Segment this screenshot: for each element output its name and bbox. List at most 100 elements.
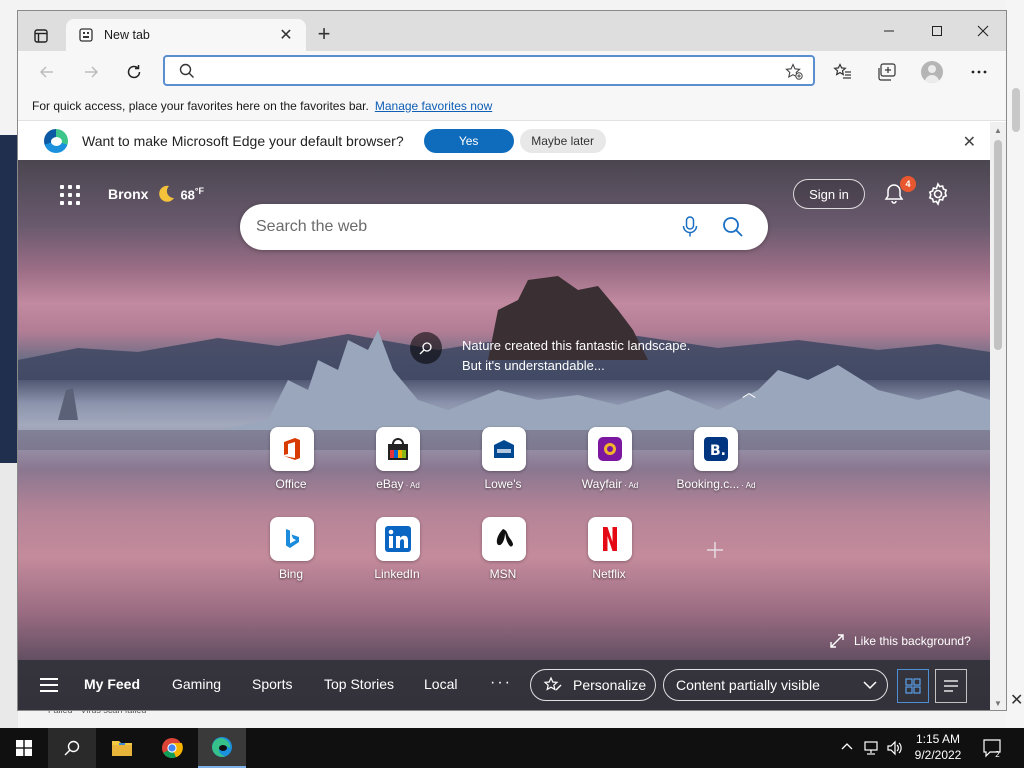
sign-in-button[interactable]: Sign in xyxy=(793,179,865,209)
action-center-button[interactable]: 2 xyxy=(982,738,1004,759)
quick-link-wayfair[interactable]: Wayfair · Ad xyxy=(565,427,655,491)
folder-icon xyxy=(112,741,132,756)
quick-link-office[interactable]: Office xyxy=(247,427,337,491)
chevron-down-icon xyxy=(863,681,877,690)
lowes-icon xyxy=(482,427,526,471)
show-hidden-icons-button[interactable] xyxy=(841,740,853,754)
quick-link-lowes[interactable]: Lowe's xyxy=(459,427,549,491)
tab-actions-button[interactable] xyxy=(28,23,54,49)
search-icon xyxy=(179,63,195,84)
grid-view-button[interactable] xyxy=(897,669,929,703)
favorites-bar: For quick access, place your favorites h… xyxy=(18,91,1006,121)
arrow-right-icon xyxy=(85,66,99,78)
web-search-box[interactable]: Search the web xyxy=(240,204,768,250)
microphone-icon[interactable] xyxy=(682,216,698,238)
weather-temperature: 68°F xyxy=(180,185,205,203)
feed-tab-local[interactable]: Local xyxy=(424,676,457,692)
minimize-icon xyxy=(884,30,894,32)
quick-link-ebay[interactable]: eBay · Ad xyxy=(353,427,443,491)
yes-button[interactable]: Yes xyxy=(423,129,514,153)
notification-icon: 2 xyxy=(983,739,1001,759)
content-visibility-dropdown[interactable]: Content partially visible xyxy=(663,669,888,701)
quick-link-netflix[interactable]: Netflix xyxy=(565,517,655,581)
taskbar-edge[interactable] xyxy=(198,728,246,768)
moon-icon xyxy=(159,185,175,202)
minimize-button[interactable] xyxy=(866,11,912,51)
profile-button[interactable] xyxy=(917,57,947,87)
favorites-button[interactable] xyxy=(828,57,858,87)
feed-tab-my-feed[interactable]: My Feed xyxy=(84,676,140,692)
plus-icon xyxy=(707,542,723,558)
tab-new-tab[interactable]: New tab ✕ xyxy=(66,19,306,51)
notifications-badge: 4 xyxy=(900,176,916,192)
grid-view-icon xyxy=(905,678,921,694)
chevron-up-icon xyxy=(841,743,853,750)
maximize-icon xyxy=(932,26,942,36)
msn-icon xyxy=(482,517,526,561)
weather-city: Bronx xyxy=(108,186,149,202)
expand-icon xyxy=(830,634,844,648)
favorites-bar-message: For quick access, place your favorites h… xyxy=(32,98,369,113)
new-tab-page: Bronx 68°F Sign in 4 Search the web Natu… xyxy=(18,160,990,710)
search-icon[interactable] xyxy=(722,216,744,238)
feed-tab-top-stories[interactable]: Top Stories xyxy=(324,676,394,692)
scroll-up-icon[interactable]: ▲ xyxy=(994,126,1002,135)
volume-icon[interactable] xyxy=(886,740,904,759)
quick-link-msn[interactable]: MSN xyxy=(459,517,549,581)
collections-button[interactable] xyxy=(872,57,902,87)
new-tab-button[interactable]: + xyxy=(312,23,336,47)
maximize-button[interactable] xyxy=(914,11,960,51)
tab-title: New tab xyxy=(104,28,150,42)
feed-more-button[interactable]: ··· xyxy=(490,674,512,692)
svg-text:2: 2 xyxy=(995,750,1000,758)
edge-icon xyxy=(212,737,232,757)
feed-tab-gaming[interactable]: Gaming xyxy=(172,676,221,692)
manage-favorites-link[interactable]: Manage favorites now xyxy=(375,99,492,113)
tab-bar: New tab ✕ + xyxy=(18,11,1006,51)
add-favorite-icon[interactable] xyxy=(785,63,803,86)
scrollbar-thumb[interactable] xyxy=(994,140,1002,350)
infobar-close-icon[interactable]: ✕ xyxy=(963,132,976,152)
quick-link-booking[interactable]: B. Booking.c... · Ad xyxy=(671,427,761,491)
add-quick-link-button[interactable] xyxy=(670,535,760,566)
maybe-later-button[interactable]: Maybe later xyxy=(519,129,606,153)
network-icon[interactable] xyxy=(862,740,880,759)
app-launcher-button[interactable] xyxy=(56,181,84,209)
background-close-icon[interactable]: ✕ xyxy=(1010,690,1023,710)
close-window-button[interactable] xyxy=(960,11,1006,51)
windows-taskbar: 1:15 AM 9/2/2022 2 xyxy=(0,728,1024,768)
taskbar-clock[interactable]: 1:15 AM 9/2/2022 xyxy=(910,731,966,763)
infobar-message: Want to make Microsoft Edge your default… xyxy=(82,133,404,149)
chevron-up-icon[interactable]: ︿ xyxy=(742,382,756,402)
scroll-down-icon[interactable]: ▼ xyxy=(994,699,1002,708)
back-button[interactable] xyxy=(32,57,62,87)
taskbar-search-button[interactable] xyxy=(48,728,96,768)
menu-hamburger-icon[interactable] xyxy=(40,678,58,692)
chrome-icon xyxy=(162,738,183,759)
visual-search-icon[interactable] xyxy=(410,332,442,364)
desktop-background xyxy=(0,135,18,463)
quick-link-bing[interactable]: Bing xyxy=(247,517,337,581)
quick-link-linkedin[interactable]: LinkedIn xyxy=(353,517,443,581)
forward-button[interactable] xyxy=(76,57,106,87)
list-view-button[interactable] xyxy=(935,669,967,703)
page-settings-gear-icon[interactable] xyxy=(926,182,950,206)
tab-close-icon[interactable]: ✕ xyxy=(276,25,296,45)
page-scrollbar[interactable]: ▲ ▼ xyxy=(990,122,1006,710)
linkedin-icon xyxy=(376,517,420,561)
weather-widget[interactable]: Bronx 68°F xyxy=(108,184,204,204)
taskbar-file-explorer[interactable] xyxy=(98,728,146,768)
refresh-icon xyxy=(127,65,141,79)
bing-icon xyxy=(270,517,314,561)
address-bar[interactable] xyxy=(163,55,815,86)
settings-and-more-button[interactable] xyxy=(964,57,994,87)
netflix-icon xyxy=(588,517,632,561)
personalize-button[interactable]: Personalize xyxy=(530,669,656,701)
start-button[interactable] xyxy=(0,728,48,768)
more-horizontal-icon xyxy=(971,70,987,74)
feed-tab-sports[interactable]: Sports xyxy=(252,676,292,692)
refresh-button[interactable] xyxy=(119,57,149,87)
search-placeholder: Search the web xyxy=(256,218,368,235)
like-background-button[interactable]: Like this background? xyxy=(830,634,971,648)
taskbar-chrome[interactable] xyxy=(148,728,196,768)
